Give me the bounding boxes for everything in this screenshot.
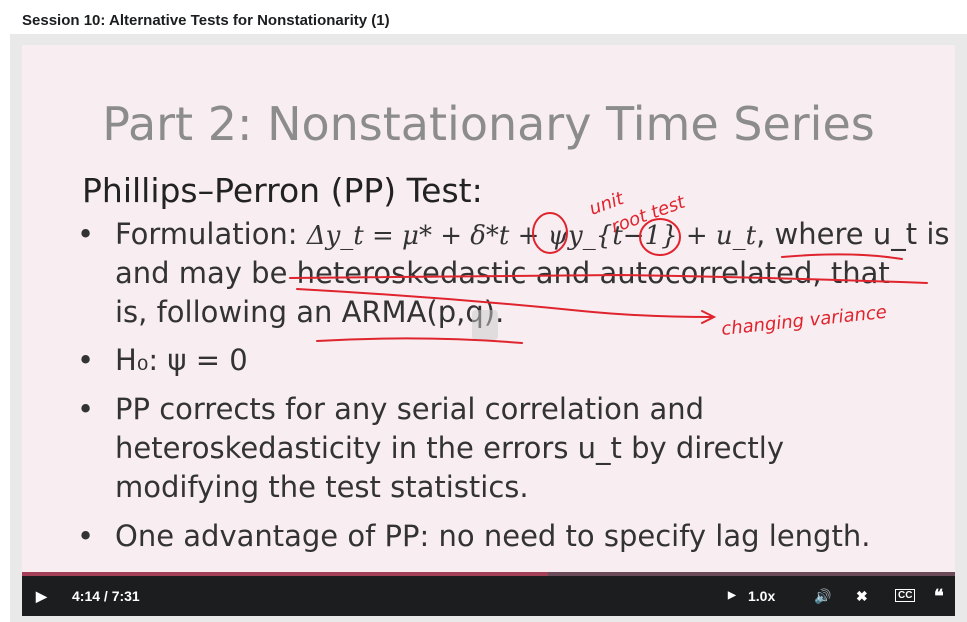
slide: Part 2: Nonstationary Time Series Philli… <box>22 45 955 575</box>
fullscreen-icon[interactable]: ✖ <box>856 576 868 616</box>
transcript-icon[interactable]: ❝ <box>934 576 944 616</box>
control-bar: ▶ 4:14 / 7:31 ▶ 1.0x 🔊 ✖ CC ❝ <box>22 576 955 616</box>
bullet-line: One advantage of PP: no need to specify … <box>115 519 871 553</box>
bullet-line: PP corrects for any serial correlation a… <box>115 392 705 426</box>
bullet-dot: • <box>77 217 95 251</box>
speed-button[interactable]: 1.0x <box>748 576 775 616</box>
bullet-line: H₀: ψ = 0 <box>115 343 248 377</box>
bullet-line: modifying the test statistics. <box>115 470 529 504</box>
page-title: Session 10: Alternative Tests for Nonsta… <box>22 12 390 29</box>
play-icon[interactable]: ▶ <box>36 576 47 616</box>
bullet-dot: • <box>77 343 95 377</box>
arrow-head <box>701 310 717 324</box>
video-player[interactable]: Part 2: Nonstationary Time Series Philli… <box>10 34 967 622</box>
bullet-line: and may be heteroskedastic and autocorre… <box>115 256 890 290</box>
time-display: 4:14 / 7:31 <box>72 588 140 604</box>
bullet-dot: • <box>77 392 95 426</box>
speed-caret-icon: ▶ <box>728 590 736 601</box>
slide-subtitle: Phillips–Perron (PP) Test: <box>82 171 483 210</box>
bullet-dot: • <box>77 519 95 553</box>
bullet-line: Formulation: Δy_t = μ* + δ*t + ψy_{t−1} … <box>115 217 955 251</box>
slide-heading: Part 2: Nonstationary Time Series <box>102 97 875 151</box>
formula: Δy_t = μ* + δ*t + ψy_{t−1} + u_t <box>306 221 757 251</box>
annotation-changing-variance: changing variance <box>720 302 888 340</box>
captions-icon[interactable]: CC <box>895 576 916 616</box>
center-play-icon[interactable] <box>472 310 498 340</box>
volume-icon[interactable]: 🔊 <box>814 576 831 616</box>
bullet-line: is, following an ARMA(p,q). <box>115 295 505 329</box>
bullet-line: heteroskedasticity in the errors u_t by … <box>115 431 785 465</box>
